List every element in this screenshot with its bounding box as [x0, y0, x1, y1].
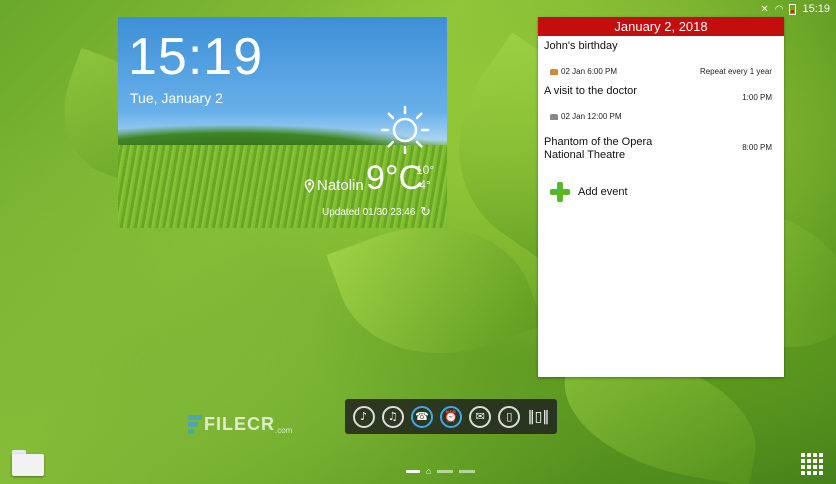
calendar-event[interactable]: John's birthday 02 Jan 6:00 PM Repeat ev…: [538, 40, 784, 80]
page-dot[interactable]: [437, 469, 454, 473]
clock-time[interactable]: 15:19: [128, 27, 263, 87]
mobile-icon[interactable]: ▯: [498, 405, 521, 428]
mute-icon: ✕: [760, 3, 769, 15]
event-time: 8:00 PM: [742, 143, 772, 152]
reminder-icon: [550, 68, 558, 75]
page-indicator[interactable]: ⌂: [406, 466, 476, 476]
calendar-date-header[interactable]: January 2, 2018: [538, 17, 784, 36]
event-time: 1:00 PM: [742, 93, 772, 102]
event-title: John's birthday: [544, 40, 618, 52]
bell-icon[interactable]: ♪: [352, 405, 375, 428]
weather-widget[interactable]: 15:19 Tue, January 2 Natolin 9°C 10° 4° …: [118, 17, 447, 228]
updated-timestamp: Updated 01/30 23:46: [322, 207, 416, 218]
high-temperature: 10°: [416, 163, 435, 177]
location-pin-icon: [304, 178, 315, 193]
wifi-icon: ◠: [774, 3, 784, 15]
refresh-icon[interactable]: ↻: [420, 204, 431, 220]
weather-location[interactable]: Natolin: [304, 177, 364, 194]
status-time: 15:19: [802, 3, 830, 15]
add-event-button[interactable]: Add event: [550, 182, 628, 202]
event-repeat: Repeat every 1 year: [699, 67, 772, 76]
page-dot[interactable]: [459, 469, 476, 473]
calendar-event[interactable]: Phantom of the Opera National Theatre 8:…: [538, 136, 784, 166]
location-label: Natolin: [317, 177, 364, 194]
page-dot[interactable]: [406, 469, 420, 473]
event-date: 02 Jan 12:00 PM: [561, 112, 622, 121]
folder-icon[interactable]: [12, 450, 44, 476]
watermark-suffix: .com: [275, 426, 293, 435]
plus-icon: [550, 182, 570, 202]
event-reminder: 02 Jan 12:00 PM: [550, 112, 621, 121]
clock-date[interactable]: Tue, January 2: [130, 90, 223, 106]
current-temperature: 9°C: [366, 159, 424, 197]
music-icon[interactable]: ♫: [381, 405, 404, 428]
home-icon[interactable]: ⌂: [426, 466, 431, 476]
vibrate-icon[interactable]: ‖▯‖: [528, 409, 550, 425]
calendar-event[interactable]: A visit to the doctor 1:00 PM 02 Jan 12:…: [538, 85, 784, 125]
alarm-icon[interactable]: ⏰: [440, 405, 463, 428]
apps-grid-icon[interactable]: [801, 453, 823, 475]
filecr-logo-icon: [188, 415, 202, 435]
temperature-range: 10° 4°: [416, 163, 434, 193]
event-date: 02 Jan 6:00 PM: [561, 67, 618, 76]
sound-mode-dock: ♪ ♫ ☎ ⏰ ✉ ▯ ‖▯‖: [345, 399, 557, 434]
battery-icon: [789, 3, 797, 15]
add-event-label: Add event: [578, 186, 628, 198]
phone-icon[interactable]: ☎: [410, 405, 433, 428]
reminder-icon: [550, 113, 558, 120]
low-temperature: 4°: [419, 178, 431, 192]
status-bar: ✕ ◠ 15:19: [760, 0, 836, 18]
watermark-text: FILECR: [204, 414, 275, 434]
event-reminder: 02 Jan 6:00 PM: [550, 67, 617, 76]
filecr-watermark: FILECR .com: [188, 414, 292, 435]
calendar-widget: January 2, 2018 John's birthday 02 Jan 6…: [538, 17, 784, 377]
sun-icon: [380, 105, 430, 155]
message-icon[interactable]: ✉: [469, 405, 492, 428]
